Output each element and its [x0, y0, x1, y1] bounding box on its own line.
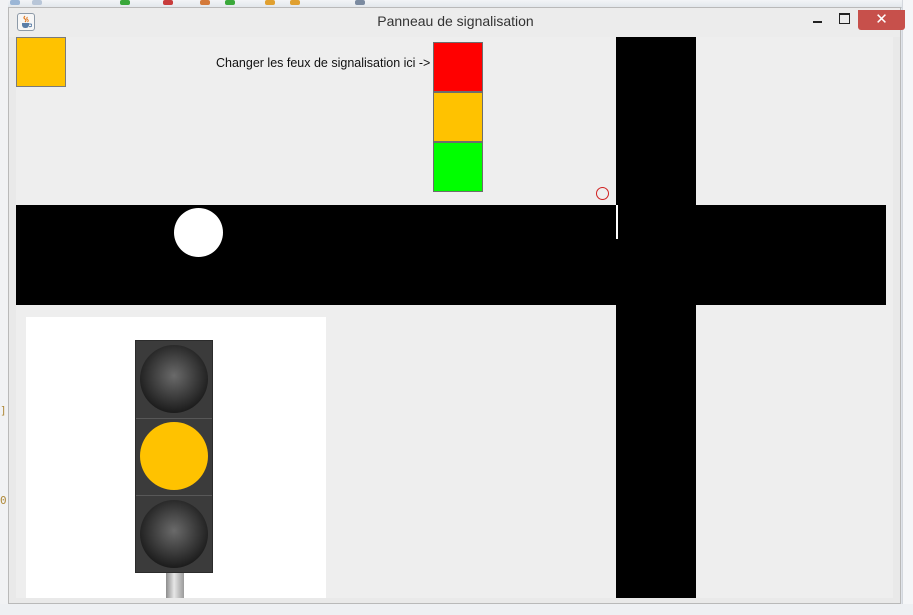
traffic-light-pole	[166, 573, 184, 598]
green-lamp	[140, 500, 208, 568]
current-light-indicator	[16, 37, 66, 87]
host-toolbar-icon	[120, 0, 130, 5]
host-toolbar-icon	[265, 0, 275, 5]
pointer-target-circle	[596, 187, 609, 200]
host-toolbar-icon	[163, 0, 173, 5]
traffic-light-image-panel	[26, 317, 326, 598]
host-toolbar-icon	[290, 0, 300, 5]
window-title: Panneau de signalisation	[377, 13, 534, 29]
title-bar[interactable]: Panneau de signalisation ✕	[9, 8, 905, 37]
close-button[interactable]: ✕	[858, 10, 905, 30]
car-marker	[174, 208, 223, 257]
host-edge-glyph: 0	[0, 494, 7, 507]
amber-light-button[interactable]	[433, 92, 483, 142]
stop-line	[616, 205, 618, 239]
host-toolbar-icon	[200, 0, 210, 5]
horizontal-road	[16, 205, 886, 305]
minimize-button[interactable]	[808, 10, 828, 30]
green-light-button[interactable]	[433, 142, 483, 192]
host-toolbar-icon	[225, 0, 235, 5]
red-light-button[interactable]	[433, 42, 483, 92]
close-icon: ✕	[875, 11, 888, 28]
host-bottom-edge	[0, 604, 913, 615]
red-lamp	[140, 345, 208, 413]
vertical-road	[616, 37, 696, 598]
maximize-button[interactable]	[834, 10, 854, 30]
host-right-edge	[902, 0, 913, 615]
change-lights-label: Changer les feux de signalisation ici ->	[216, 56, 431, 70]
host-toolbar-icon	[32, 0, 42, 5]
signal-panel: Changer les feux de signalisation ici ->	[16, 37, 893, 598]
app-window: Panneau de signalisation ✕ Changer les f…	[8, 7, 905, 604]
host-toolbar-icon	[355, 0, 365, 5]
host-toolbar-icon	[10, 0, 20, 5]
host-edge-glyph: ]	[0, 404, 7, 417]
amber-lamp	[140, 422, 208, 490]
host-left-edge: ] 0	[0, 0, 8, 615]
lamp-separator	[136, 495, 212, 496]
lamp-separator	[136, 418, 212, 419]
traffic-light-icon	[135, 340, 213, 573]
